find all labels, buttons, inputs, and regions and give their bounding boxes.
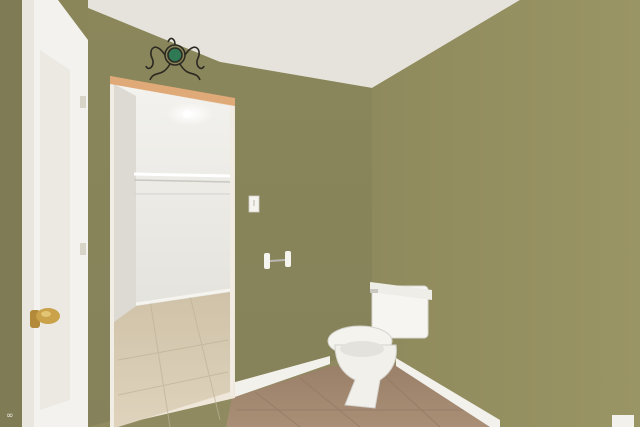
bathroom-illustration <box>0 0 640 427</box>
door-panel <box>40 50 70 410</box>
light-bulb-icon <box>183 110 191 118</box>
left-wall <box>0 0 22 427</box>
wall-outlet <box>612 415 634 427</box>
closet-floor <box>114 292 230 427</box>
infinity-logo-icon: ∞ <box>6 411 14 421</box>
watermark-logo: ∞ <box>6 411 14 421</box>
door-edge <box>22 0 34 427</box>
switch-toggle <box>253 200 255 206</box>
closet-shelf <box>133 172 231 178</box>
bathroom-photo: ∞ <box>0 0 640 427</box>
door-hinge-top <box>80 96 86 108</box>
closet-side-wall <box>114 84 136 322</box>
door-hinge-bottom <box>80 243 86 255</box>
